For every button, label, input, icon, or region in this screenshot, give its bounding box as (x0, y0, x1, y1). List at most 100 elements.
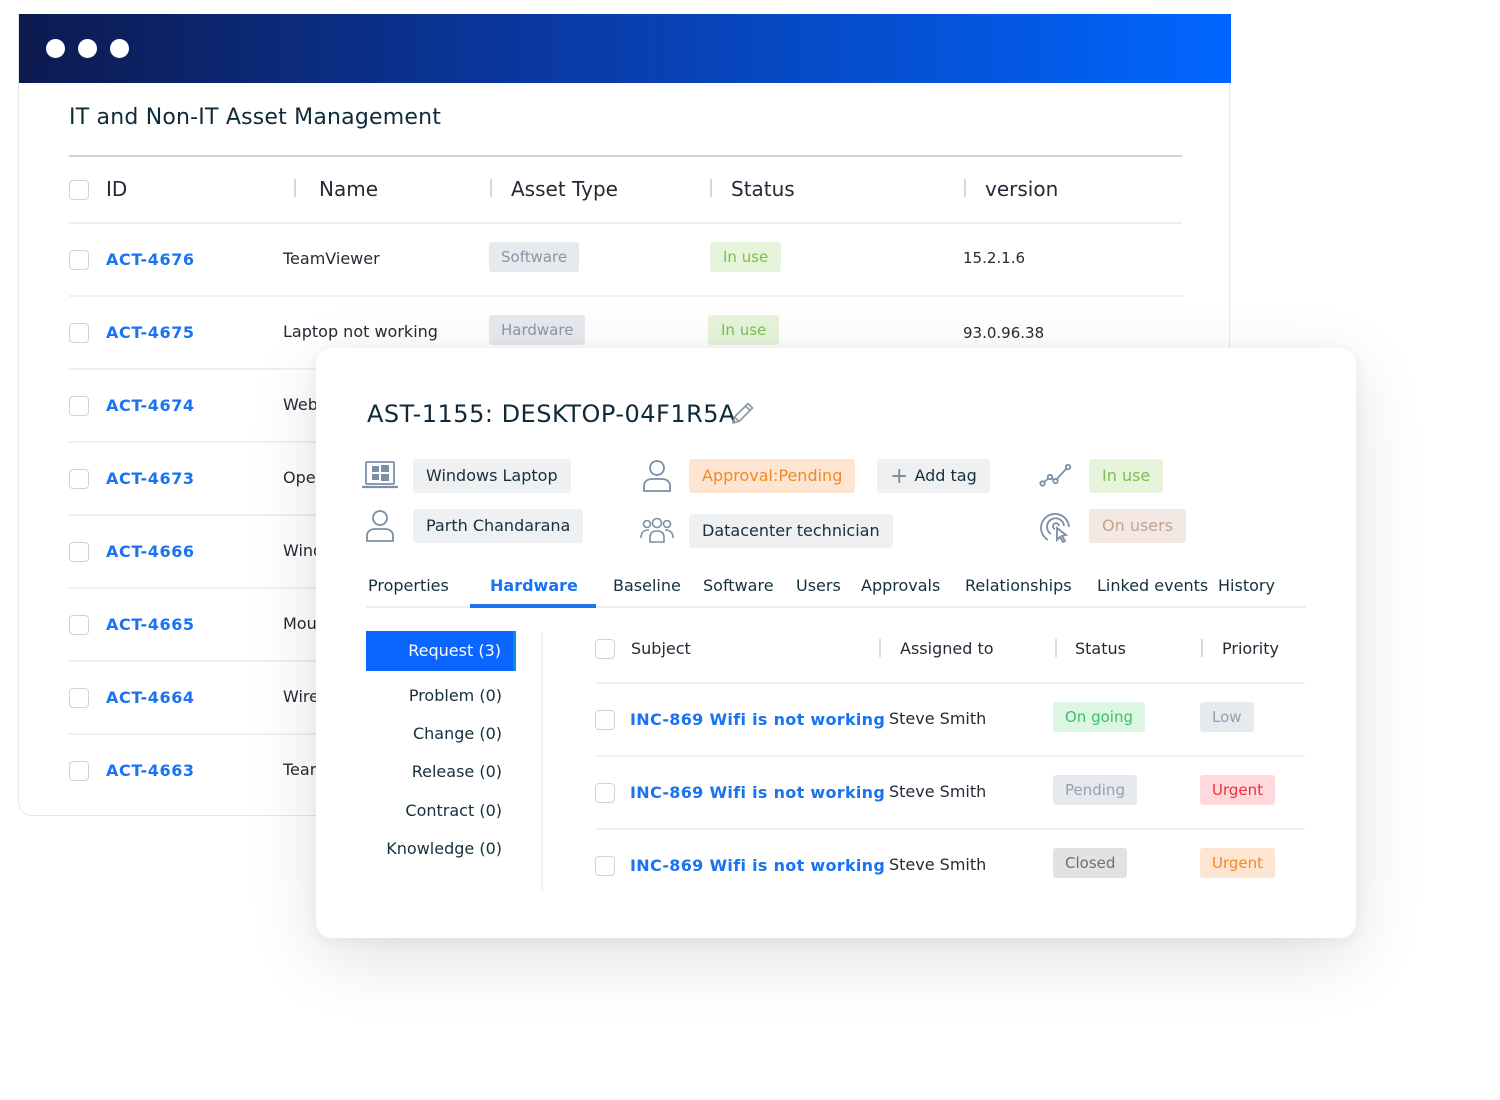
tab-users[interactable]: Users (796, 576, 841, 595)
row-checkbox[interactable] (595, 783, 615, 803)
asset-name: Wire (283, 687, 319, 706)
column-header-status[interactable]: Status (1075, 639, 1126, 658)
status-badge: Closed (1053, 848, 1128, 878)
asset-name: Web (283, 395, 318, 414)
ticket-subject-link[interactable]: INC-869 Wifi is not working (630, 856, 885, 875)
column-header-asset-type[interactable]: Asset Type (511, 177, 618, 201)
row-checkbox[interactable] (595, 710, 615, 730)
lifecycle-status-chip[interactable]: In use (1089, 459, 1164, 493)
usage-status-chip[interactable]: On users (1089, 509, 1187, 543)
window-control-dot[interactable] (78, 39, 97, 58)
asset-id-link[interactable]: ACT-4674 (106, 396, 195, 415)
status-badge: In use (710, 242, 782, 272)
assignee: Steve Smith (889, 782, 987, 801)
column-separator[interactable] (1201, 639, 1203, 657)
column-separator[interactable] (294, 179, 296, 197)
owner-chip[interactable]: Parth Chandarana (413, 509, 584, 543)
menu-item-release[interactable]: Release (0) (412, 752, 502, 792)
row-checkbox[interactable] (69, 323, 89, 343)
select-all-checkbox[interactable] (595, 639, 615, 659)
row-checkbox[interactable] (69, 761, 89, 781)
row-checkbox[interactable] (69, 250, 89, 270)
tab-baseline[interactable]: Baseline (613, 576, 681, 595)
table-row[interactable]: INC-869 Wifi is not working Steve Smith … (595, 830, 1305, 903)
window-control-dot[interactable] (46, 39, 65, 58)
window-titlebar (19, 14, 1231, 83)
row-checkbox[interactable] (69, 615, 89, 635)
asset-name: Mou (283, 614, 317, 633)
asset-id-link[interactable]: ACT-4675 (106, 323, 195, 342)
column-header-version[interactable]: version (985, 177, 1058, 201)
page-title: IT and Non-IT Asset Management (69, 105, 442, 130)
select-all-checkbox[interactable] (69, 180, 89, 200)
row-checkbox[interactable] (595, 856, 615, 876)
tab-relationships[interactable]: Relationships (965, 576, 1072, 595)
column-header-priority[interactable]: Priority (1222, 639, 1279, 658)
ticket-subject-link[interactable]: INC-869 Wifi is not working (630, 783, 885, 802)
asset-name: Tear (283, 760, 317, 779)
pencil-icon[interactable] (728, 398, 758, 428)
asset-name: TeamViewer (283, 249, 380, 268)
device-type-chip[interactable]: Windows Laptop (413, 459, 571, 493)
column-separator[interactable] (710, 179, 712, 197)
priority-badge: Urgent (1200, 775, 1276, 805)
asset-id-link[interactable]: ACT-4663 (106, 761, 195, 780)
asset-id-link[interactable]: ACT-4673 (106, 469, 195, 488)
row-checkbox[interactable] (69, 469, 89, 489)
asset-id-link[interactable]: ACT-4665 (106, 615, 195, 634)
add-tag-button[interactable]: + Add tag (877, 459, 990, 493)
group-chip[interactable]: Datacenter technician (689, 514, 893, 548)
asset-version: 15.2.1.6 (963, 249, 1026, 267)
user-icon (639, 458, 675, 494)
approval-status-chip[interactable]: Approval:Pending (689, 459, 856, 493)
column-separator[interactable] (879, 639, 881, 657)
column-separator[interactable] (964, 179, 966, 197)
column-separator[interactable] (1055, 639, 1057, 657)
tab-hardware[interactable]: Hardware (490, 576, 578, 595)
tab-software[interactable]: Software (703, 576, 774, 595)
column-header-subject[interactable]: Subject (631, 639, 691, 658)
asset-id-link[interactable]: ACT-4676 (106, 250, 195, 269)
column-separator[interactable] (490, 179, 492, 197)
priority-badge: Low (1200, 702, 1254, 732)
plus-icon: + (890, 464, 909, 489)
status-badge: Pending (1053, 775, 1137, 805)
row-checkbox[interactable] (69, 542, 89, 562)
menu-item-change[interactable]: Change (0) (413, 714, 502, 754)
asset-detail-card: AST-1155: DESKTOP-04F1R5A Windows Laptop… (316, 348, 1356, 938)
menu-item-contract[interactable]: Contract (0) (405, 791, 502, 831)
column-header-id[interactable]: ID (106, 177, 127, 201)
column-header-status[interactable]: Status (731, 177, 795, 201)
asset-id-link[interactable]: ACT-4664 (106, 688, 195, 707)
window-control-dot[interactable] (110, 39, 129, 58)
asset-type-badge: Hardware (489, 315, 586, 345)
asset-title: AST-1155: DESKTOP-04F1R5A (367, 400, 736, 428)
windows-laptop-icon (361, 458, 399, 494)
tab-approvals[interactable]: Approvals (861, 576, 940, 595)
table-row[interactable]: INC-869 Wifi is not working Steve Smith … (595, 757, 1305, 830)
tab-linked-events[interactable]: Linked events (1097, 576, 1208, 595)
column-header-assigned-to[interactable]: Assigned to (900, 639, 994, 658)
menu-item-request[interactable]: Request (3) (366, 631, 516, 671)
asset-version: 93.0.96.38 (963, 324, 1045, 342)
priority-badge: Urgent (1200, 848, 1276, 878)
asset-name: Laptop not working (283, 322, 438, 341)
tab-properties[interactable]: Properties (368, 576, 449, 595)
active-tab-indicator (470, 604, 596, 608)
row-checkbox[interactable] (69, 396, 89, 416)
asset-id-link[interactable]: ACT-4666 (106, 542, 195, 561)
table-row[interactable]: INC-869 Wifi is not working Steve Smith … (595, 684, 1305, 757)
assignee: Steve Smith (889, 855, 987, 874)
ticket-subject-link[interactable]: INC-869 Wifi is not working (630, 710, 885, 729)
row-checkbox[interactable] (69, 688, 89, 708)
menu-item-problem[interactable]: Problem (0) (409, 676, 502, 716)
users-group-icon (639, 513, 675, 549)
menu-item-knowledge[interactable]: Knowledge (0) (386, 829, 502, 869)
assignee: Steve Smith (889, 709, 987, 728)
add-tag-label: Add tag (914, 466, 977, 485)
column-header-name[interactable]: Name (319, 177, 378, 201)
user-icon (362, 508, 398, 544)
asset-type-badge: Software (489, 242, 580, 272)
table-row[interactable]: ACT-4676 TeamViewer Software In use 15.2… (69, 224, 1182, 297)
tab-history[interactable]: History (1218, 576, 1275, 595)
